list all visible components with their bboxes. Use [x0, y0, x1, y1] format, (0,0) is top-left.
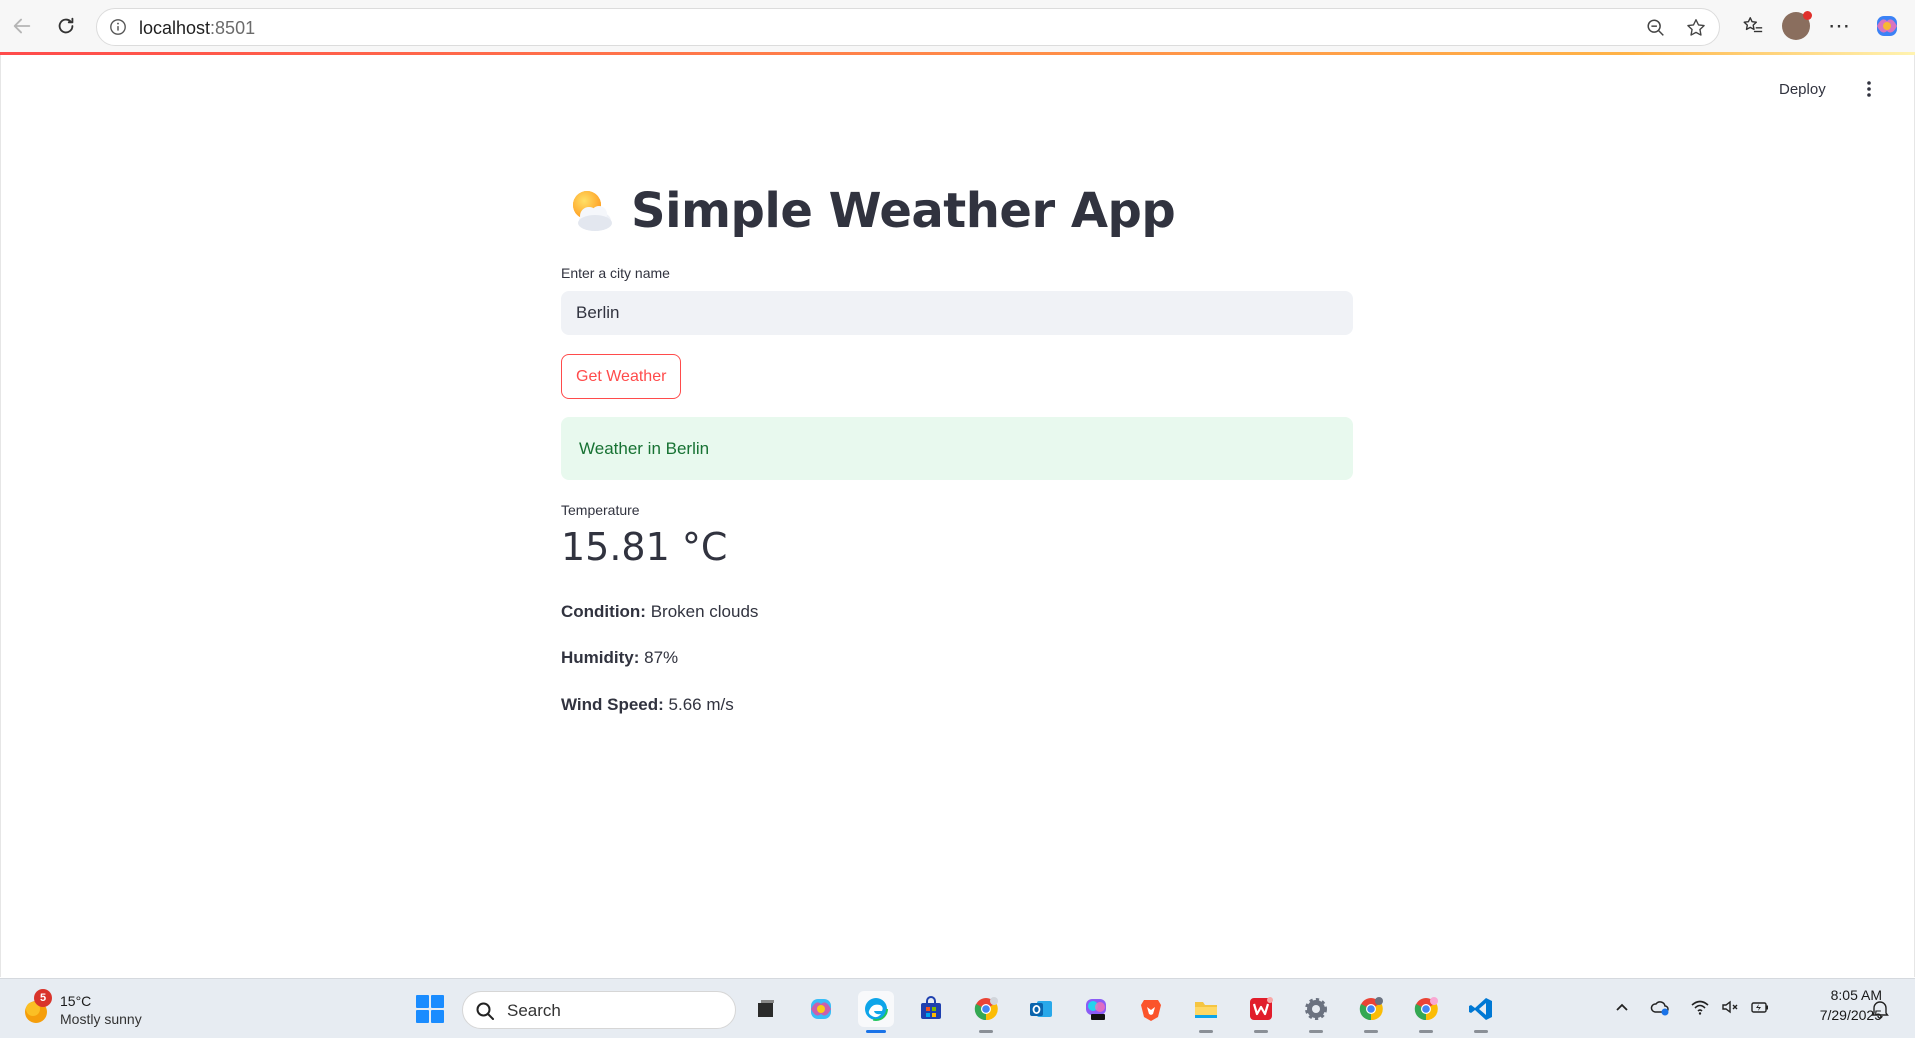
condition-line: Condition: Broken clouds [561, 602, 758, 622]
wps-logo-icon [1250, 997, 1273, 1020]
copilot-taskbar-icon[interactable] [803, 991, 839, 1027]
weather-description: Mostly sunny [60, 1011, 142, 1027]
copilot-logo-icon [1877, 16, 1897, 36]
city-input-label: Enter a city name [561, 265, 670, 281]
microsoft-store-icon[interactable] [913, 991, 949, 1027]
running-indicator [1309, 1030, 1323, 1033]
humidity-line: Humidity: 87% [561, 648, 678, 668]
temperature-value: 15.81 °C [561, 525, 728, 569]
app-container: Deploy Simple Weather App Enter a city n… [0, 55, 1915, 977]
chrome-logo-icon [974, 997, 998, 1021]
edge-browser-icon[interactable] [858, 991, 894, 1033]
city-input[interactable] [561, 291, 1353, 335]
running-indicator [979, 1030, 993, 1033]
info-icon[interactable] [109, 18, 127, 36]
running-indicator [1199, 1030, 1213, 1033]
chrome-profile-1-icon[interactable] [968, 991, 1004, 1033]
more-menu-icon[interactable]: ⋯ [1826, 13, 1852, 39]
get-weather-button[interactable]: Get Weather [561, 354, 682, 399]
browser-toolbar: localhost:8501 ⋯ [0, 0, 1915, 53]
weather-widget[interactable]: 5 15°C Mostly sunny [20, 989, 170, 1031]
clock-date[interactable]: 7/29/2025 [1792, 1007, 1882, 1023]
battery-charging-icon[interactable] [1750, 997, 1770, 1017]
store-bag-icon [921, 996, 941, 1019]
folder-icon [1195, 1002, 1217, 1018]
task-view-icon[interactable] [748, 991, 784, 1027]
outlook-icon[interactable] [1023, 991, 1059, 1027]
notification-dot [1803, 11, 1812, 20]
search-label: Search [507, 1001, 561, 1020]
url-text[interactable]: localhost:8501 [139, 18, 255, 39]
wifi-icon[interactable] [1690, 997, 1710, 1017]
running-indicator [1474, 1030, 1488, 1033]
taskbar: 5 15°C Mostly sunny Search 8:05 AM 7/29/… [0, 978, 1915, 1038]
gear-icon [1305, 998, 1327, 1020]
url-host: localhost [139, 18, 211, 38]
chrome-profile-3-icon[interactable] [1408, 991, 1444, 1033]
windows-start-icon[interactable] [412, 991, 448, 1027]
settings-icon[interactable] [1298, 991, 1334, 1033]
favorites-star-list-icon [1743, 17, 1763, 33]
m365-logo-icon [1086, 999, 1106, 1020]
url-port: :8501 [210, 18, 256, 38]
profile-avatar[interactable] [1782, 11, 1812, 40]
wind-speed-label: Wind Speed: [561, 695, 664, 714]
chrome-logo-icon [1359, 997, 1383, 1021]
main-menu-icon[interactable] [1861, 79, 1877, 99]
humidity-label: Humidity: [561, 648, 640, 667]
task-view-glyph-icon [758, 1000, 774, 1017]
search-icon [476, 1002, 494, 1020]
condition-value: Broken clouds [645, 602, 759, 621]
arrow-left-icon [13, 18, 31, 34]
wind-speed-line: Wind Speed: 5.66 m/s [561, 695, 734, 715]
success-message: Weather in Berlin [579, 438, 710, 458]
copilot-icon[interactable] [1874, 13, 1900, 39]
clock-time[interactable]: 8:05 AM [1792, 987, 1882, 1003]
success-alert: Weather in Berlin [561, 417, 1353, 480]
wind-speed-value: 5.66 m/s [663, 695, 734, 714]
running-indicator [1364, 1030, 1378, 1033]
onedrive-cloud-icon[interactable] [1650, 997, 1670, 1017]
address-bar[interactable]: localhost:8501 [96, 8, 1720, 46]
speaker-muted-icon[interactable] [1720, 997, 1740, 1017]
active-indicator [866, 1030, 886, 1033]
back-button[interactable] [6, 10, 38, 42]
chevron-up-icon[interactable] [1612, 997, 1632, 1017]
vscode-logo-icon [1469, 998, 1492, 1020]
page-title: Simple Weather App [631, 183, 1176, 239]
metric-label: Temperature [561, 502, 640, 518]
weather-badge: 5 [34, 989, 52, 1007]
notifications-icon[interactable] [1870, 999, 1890, 1019]
weather-temperature: 15°C [60, 993, 92, 1009]
chrome-profile-2-icon[interactable] [1353, 991, 1389, 1033]
favorites-icon[interactable] [1740, 13, 1766, 39]
favorite-star-icon[interactable] [1685, 17, 1707, 39]
chrome-logo-icon [1414, 997, 1438, 1021]
sun-behind-cloud-icon [573, 191, 612, 231]
running-indicator [1419, 1030, 1433, 1033]
wps-office-icon[interactable] [1243, 991, 1279, 1033]
reload-icon [58, 17, 74, 34]
brave-browser-icon[interactable] [1133, 991, 1169, 1027]
zoom-out-icon[interactable] [1645, 17, 1667, 39]
outlook-logo-icon [1030, 1001, 1052, 1017]
reload-button[interactable] [50, 10, 82, 42]
file-explorer-icon[interactable] [1188, 991, 1224, 1033]
edge-logo-icon [864, 997, 888, 1021]
brave-lion-icon [1141, 1000, 1161, 1021]
deploy-button[interactable]: Deploy [1779, 81, 1826, 98]
condition-label: Condition: [561, 602, 646, 621]
microsoft-365-icon[interactable] [1078, 991, 1114, 1027]
copilot-colorful-icon [811, 999, 831, 1019]
title-row: Simple Weather App [561, 183, 1176, 239]
running-indicator [1254, 1030, 1268, 1033]
taskbar-search[interactable]: Search [462, 991, 736, 1029]
vscode-icon[interactable] [1463, 991, 1499, 1033]
humidity-value: 87% [639, 648, 679, 667]
